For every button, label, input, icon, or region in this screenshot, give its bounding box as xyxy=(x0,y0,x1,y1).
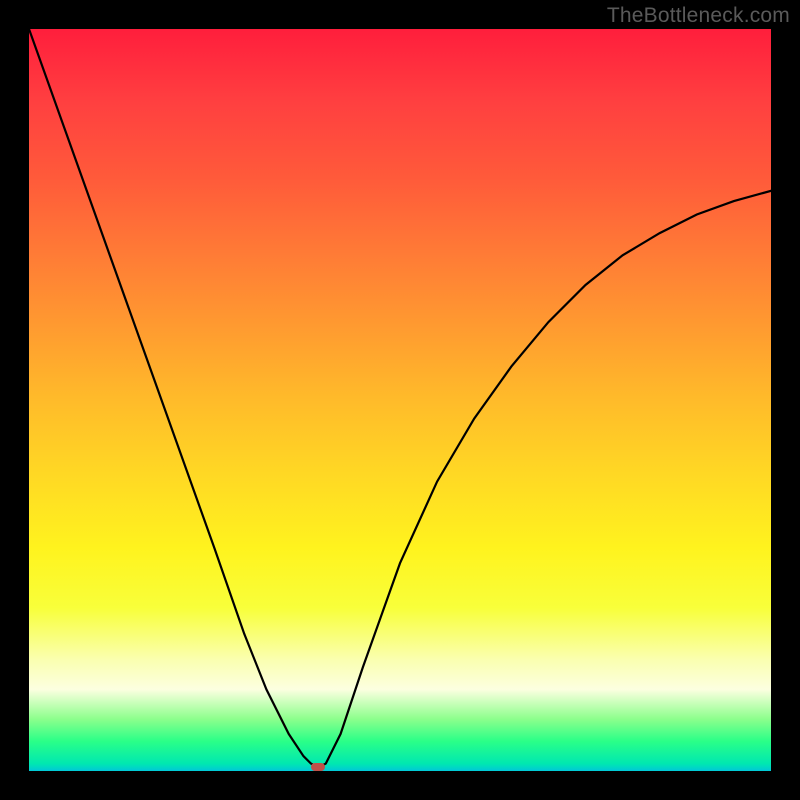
chart-frame: TheBottleneck.com xyxy=(0,0,800,800)
watermark-text: TheBottleneck.com xyxy=(607,4,790,28)
plot-area xyxy=(29,29,771,771)
curve-layer xyxy=(29,29,771,771)
bottleneck-curve xyxy=(29,29,771,767)
minimum-marker xyxy=(311,763,325,771)
